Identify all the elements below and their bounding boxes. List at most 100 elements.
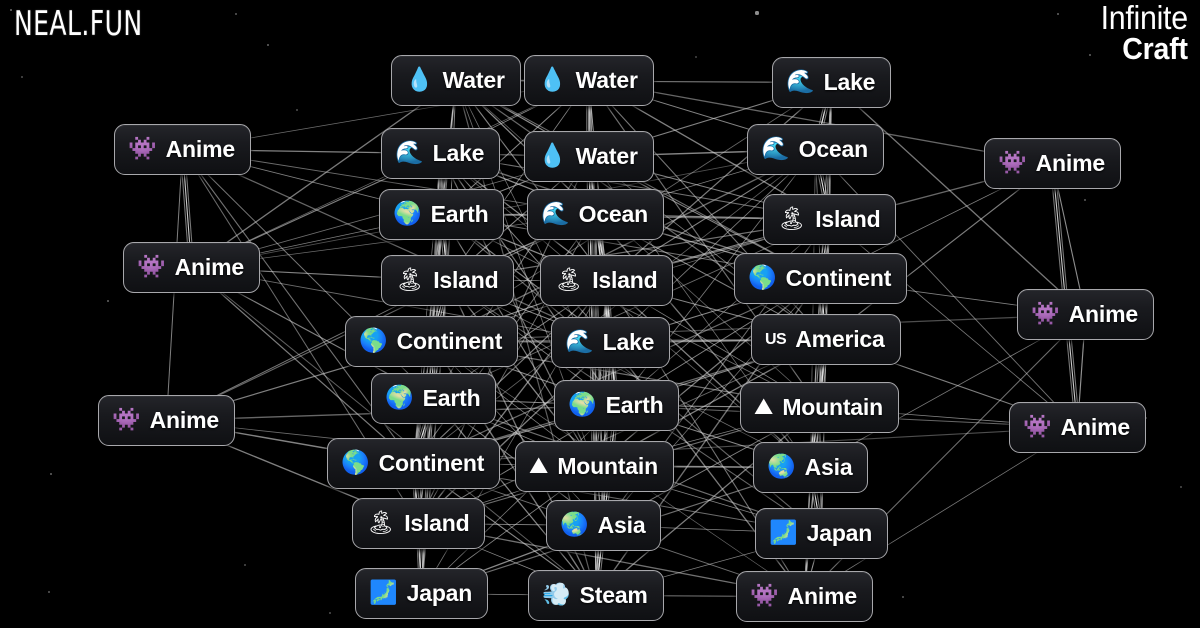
connection-line [588, 156, 612, 343]
connection-line [418, 342, 611, 524]
background-star [901, 595, 905, 599]
dash-emoji: 💨 [542, 582, 571, 608]
globe-americas-emoji: 🌎 [359, 328, 388, 354]
element-card-japan[interactable]: 🗾 Japan [755, 508, 889, 559]
alien-monster-emoji: 👾 [1023, 414, 1052, 440]
element-card-label: Earth [605, 392, 664, 418]
element-card-continent[interactable]: 🌎 Continent [734, 253, 908, 304]
mountain-emoji: ⛰ [529, 453, 549, 479]
connection-line [430, 153, 442, 342]
element-card-earth[interactable]: 🌍 Earth [371, 373, 497, 424]
element-card-anime[interactable]: 👾 Anime [984, 138, 1121, 189]
connection-line [804, 407, 820, 597]
element-card-label: Continent [785, 265, 892, 291]
background-star [1088, 53, 1092, 57]
globe-europe-emoji: 🌍 [568, 392, 597, 418]
element-card-america[interactable]: US America [751, 314, 901, 365]
element-card-earth[interactable]: 🌍 Earth [379, 189, 505, 240]
element-card-island[interactable]: 🏝 Island [540, 255, 674, 306]
japan-map-emoji: 🗾 [769, 520, 798, 546]
connection-line [595, 214, 617, 406]
globe-asia-emoji: 🌏 [560, 512, 589, 538]
element-card-asia[interactable]: 🌏 Asia [546, 500, 662, 551]
wave-emoji: 🌊 [395, 140, 424, 166]
element-card-island[interactable]: 🏝 Island [381, 255, 515, 306]
infinite-craft-canvas[interactable]: NEAL.FUN Infinite Craft 💧 Water 💧 Water 🌊 Lak… [0, 0, 1200, 628]
element-card-anime[interactable]: 👾 Anime [114, 124, 251, 175]
game-title: Infinite Craft [1093, 1, 1189, 64]
connection-line [413, 280, 607, 464]
element-card-continent[interactable]: 🌎 Continent [327, 438, 501, 489]
background-star [243, 563, 247, 567]
connection-line [602, 342, 612, 526]
connection-line [447, 280, 811, 468]
background-star [20, 75, 24, 79]
element-card-label: Anime [1060, 414, 1130, 440]
element-card-label: Lake [602, 329, 655, 355]
element-card-label: Continent [378, 450, 485, 476]
connection-line [413, 280, 448, 464]
background-star [1083, 198, 1087, 202]
element-card-label: Island [592, 267, 658, 293]
element-card-japan[interactable]: 🗾 Japan [355, 568, 489, 619]
element-card-label: Water [575, 143, 638, 169]
globe-europe-emoji: 🌍 [385, 385, 414, 411]
element-card-asia[interactable]: 🌏 Asia [753, 442, 869, 493]
element-card-label: Island [433, 267, 499, 293]
element-card-anime[interactable]: 👾 Anime [123, 242, 260, 293]
element-card-island[interactable]: 🏝 Island [763, 194, 897, 245]
element-card-anime[interactable]: 👾 Anime [98, 395, 235, 446]
element-card-continent[interactable]: 🌎 Continent [345, 316, 519, 367]
globe-europe-emoji: 🌍 [393, 201, 422, 227]
element-card-label: Water [442, 67, 505, 93]
alien-monster-emoji: 👾 [137, 254, 166, 280]
element-card-ocean[interactable]: 🌊 Ocean [527, 189, 664, 240]
element-card-lake[interactable]: 🌊 Lake [381, 128, 501, 179]
island-emoji: 🏝 [366, 510, 396, 536]
alien-monster-emoji: 👾 [1031, 301, 1060, 327]
element-card-water[interactable]: 💧 Water [524, 131, 654, 182]
background-star [266, 43, 270, 47]
element-card-mountain[interactable]: ⛰ Mountain [515, 441, 674, 492]
mountain-emoji: ⛰ [754, 394, 774, 420]
element-card-anime[interactable]: 👾 Anime [1009, 402, 1146, 453]
alien-monster-emoji: 👾 [112, 407, 141, 433]
connection-line [820, 339, 827, 534]
element-card-label: Island [815, 206, 881, 232]
element-card-label: Anime [1035, 150, 1105, 176]
element-card-lake[interactable]: 🌊 Lake [772, 57, 892, 108]
background-star [106, 299, 110, 303]
element-card-label: Anime [787, 583, 857, 609]
element-card-label: Earth [430, 201, 489, 227]
globe-americas-emoji: 🌎 [748, 265, 777, 291]
connection-line [413, 277, 821, 465]
element-card-earth[interactable]: 🌍 Earth [554, 380, 680, 431]
element-card-anime[interactable]: 👾 Anime [1017, 289, 1154, 340]
neal-fun-logo[interactable]: NEAL.FUN [14, 4, 143, 44]
element-card-water[interactable]: 💧 Water [524, 55, 654, 106]
element-card-mountain[interactable]: ⛰ Mountain [740, 382, 899, 433]
element-card-label: Lake [432, 140, 485, 166]
element-card-label: America [795, 326, 885, 352]
connection-line [432, 214, 443, 399]
element-card-ocean[interactable]: 🌊 Ocean [747, 124, 884, 175]
element-card-label: Lake [823, 69, 876, 95]
background-star [1179, 485, 1183, 489]
element-card-lake[interactable]: 🌊 Lake [551, 317, 671, 368]
element-card-island[interactable]: 🏝 Island [352, 498, 486, 549]
background-star [47, 590, 51, 594]
element-card-water[interactable]: 💧 Water [391, 55, 521, 106]
water-drop-emoji: 💧 [538, 143, 567, 169]
background-star [9, 8, 13, 12]
element-card-steam[interactable]: 💨 Steam [528, 570, 664, 621]
element-card-label: Asia [804, 454, 853, 480]
background-star [49, 472, 53, 476]
element-card-label: Ocean [578, 201, 649, 227]
element-card-anime[interactable]: 👾 Anime [736, 571, 873, 622]
connection-line [594, 278, 821, 467]
background-star [1056, 12, 1060, 16]
element-card-label: Water [575, 67, 638, 93]
water-drop-emoji: 💧 [538, 67, 567, 93]
water-drop-emoji: 💧 [405, 67, 434, 93]
alien-monster-emoji: 👾 [750, 583, 779, 609]
